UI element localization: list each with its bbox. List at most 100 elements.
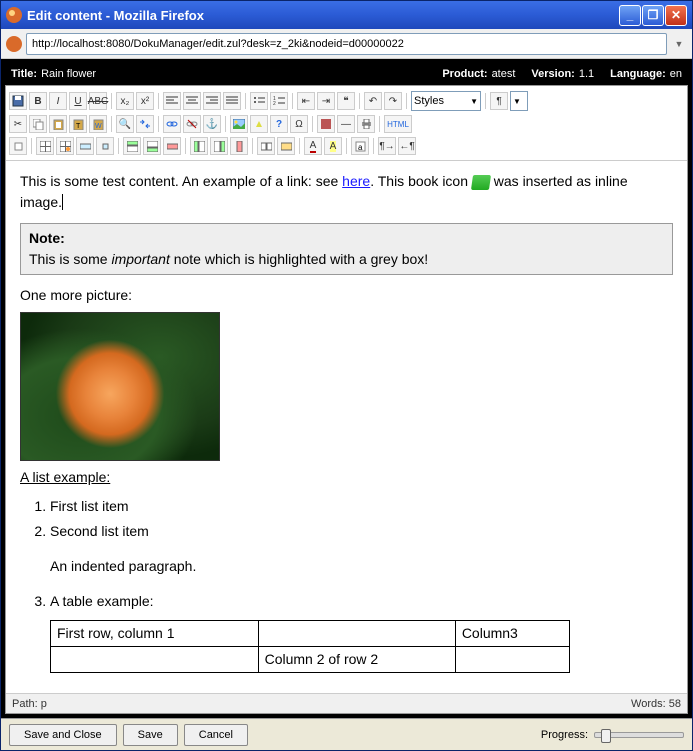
subscript-button[interactable]: x₂ bbox=[116, 92, 134, 110]
path-bar: Path: p Words: 58 bbox=[6, 693, 687, 713]
attr-button[interactable]: a bbox=[351, 137, 369, 155]
forecolor-button[interactable]: A bbox=[304, 137, 322, 155]
note-italic: important bbox=[111, 251, 169, 267]
info-bar: Title: Rain flower Product: atest Versio… bbox=[5, 63, 688, 85]
product-label: Product: bbox=[442, 68, 487, 80]
ltr-button[interactable]: ¶→ bbox=[378, 137, 396, 155]
split-cell-button[interactable] bbox=[257, 137, 275, 155]
indent-button[interactable]: ⇥ bbox=[317, 92, 335, 110]
underline-button[interactable]: U bbox=[69, 92, 87, 110]
char-button[interactable]: Ω bbox=[290, 115, 308, 133]
backcolor-button[interactable]: A bbox=[324, 137, 342, 155]
styles-dropdown[interactable]: Styles▼ bbox=[411, 91, 481, 111]
align-left-button[interactable] bbox=[163, 92, 181, 110]
redo-button[interactable]: ↷ bbox=[384, 92, 402, 110]
italic-button[interactable]: I bbox=[49, 92, 67, 110]
book-icon bbox=[471, 175, 491, 190]
superscript-button[interactable]: x² bbox=[136, 92, 154, 110]
row-props-button[interactable] bbox=[76, 137, 94, 155]
styles-label: Styles bbox=[414, 95, 444, 107]
outdent-button[interactable]: ⇤ bbox=[297, 92, 315, 110]
table-props-button[interactable] bbox=[56, 137, 74, 155]
image-button[interactable] bbox=[230, 115, 248, 133]
align-justify-button[interactable] bbox=[223, 92, 241, 110]
close-button[interactable]: ✕ bbox=[665, 5, 687, 26]
firefox-icon bbox=[6, 7, 22, 23]
col-delete-button[interactable] bbox=[230, 137, 248, 155]
bold-button[interactable]: B bbox=[29, 92, 47, 110]
table-cell: Column 2 of row 2 bbox=[258, 647, 455, 673]
format-dropdown[interactable]: ▼ bbox=[510, 91, 528, 111]
content-table: First row, column 1 Column3 Column 2 of … bbox=[50, 620, 570, 673]
slider-thumb[interactable] bbox=[601, 729, 611, 743]
minimize-button[interactable]: _ bbox=[619, 5, 641, 26]
link-button[interactable] bbox=[163, 115, 181, 133]
rose-image bbox=[20, 312, 220, 461]
merge-cell-button[interactable] bbox=[277, 137, 295, 155]
paragraph-button[interactable]: ¶ bbox=[490, 92, 508, 110]
paste-button[interactable] bbox=[49, 115, 67, 133]
window-title: Edit content - Mozilla Firefox bbox=[27, 8, 618, 23]
bullet-list-button[interactable] bbox=[250, 92, 268, 110]
print-button[interactable] bbox=[357, 115, 375, 133]
language-value: en bbox=[670, 68, 682, 80]
col-before-button[interactable] bbox=[190, 137, 208, 155]
maximize-button[interactable]: ❐ bbox=[642, 5, 664, 26]
table-button[interactable] bbox=[36, 137, 54, 155]
copy-button[interactable] bbox=[29, 115, 47, 133]
row-delete-button[interactable] bbox=[163, 137, 181, 155]
words-value: 58 bbox=[669, 698, 681, 710]
strike-button[interactable]: ABC bbox=[89, 92, 107, 110]
progress-slider[interactable] bbox=[594, 732, 684, 738]
svg-text:2: 2 bbox=[273, 101, 276, 106]
find-button[interactable]: 🔍 bbox=[116, 115, 134, 133]
unlink-button[interactable] bbox=[183, 115, 201, 133]
path-label: Path: bbox=[12, 698, 38, 710]
blockquote-button[interactable]: ❝ bbox=[337, 92, 355, 110]
help-button[interactable]: ? bbox=[270, 115, 288, 133]
align-right-button[interactable] bbox=[203, 92, 221, 110]
note-box: Note: This is some important note which … bbox=[20, 223, 673, 275]
address-bar: http://localhost:8080/DokuManager/edit.z… bbox=[1, 29, 692, 59]
layer-button[interactable] bbox=[9, 137, 27, 155]
paste-text-button[interactable]: T bbox=[69, 115, 87, 133]
undo-button[interactable]: ↶ bbox=[364, 92, 382, 110]
cancel-button[interactable]: Cancel bbox=[184, 724, 248, 746]
anchor-button[interactable]: ⚓ bbox=[203, 115, 221, 133]
table-cell bbox=[51, 647, 259, 673]
row-before-button[interactable] bbox=[123, 137, 141, 155]
table-cell bbox=[258, 621, 455, 647]
text-1b: . This book icon bbox=[370, 173, 472, 189]
hr-button[interactable]: — bbox=[337, 115, 355, 133]
url-dropdown[interactable]: ▼ bbox=[671, 34, 687, 54]
words-label: Words: bbox=[631, 698, 666, 710]
html-button[interactable]: HTML bbox=[384, 115, 412, 133]
align-center-button[interactable] bbox=[183, 92, 201, 110]
link-here[interactable]: here bbox=[342, 173, 370, 189]
table-cell: Column3 bbox=[455, 621, 569, 647]
media-button[interactable] bbox=[317, 115, 335, 133]
save-close-button[interactable]: Save and Close bbox=[9, 724, 117, 746]
number-list-button[interactable]: 12 bbox=[270, 92, 288, 110]
table-row: First row, column 1 Column3 bbox=[51, 621, 570, 647]
cell-props-button[interactable] bbox=[96, 137, 114, 155]
toolbar-area: B I U ABC x₂ x² 12 ⇤ bbox=[6, 86, 687, 161]
text-p2: One more picture: bbox=[20, 285, 673, 306]
indented-para: An indented paragraph. bbox=[50, 550, 673, 583]
row-after-button[interactable] bbox=[143, 137, 161, 155]
url-input[interactable]: http://localhost:8080/DokuManager/edit.z… bbox=[26, 33, 667, 55]
product-value: atest bbox=[492, 68, 516, 80]
svg-text:T: T bbox=[76, 123, 81, 130]
replace-button[interactable] bbox=[136, 115, 154, 133]
editor-body[interactable]: This is some test content. An example of… bbox=[6, 161, 687, 693]
rtl-button[interactable]: ←¶ bbox=[398, 137, 416, 155]
col-after-button[interactable] bbox=[210, 137, 228, 155]
save-button[interactable]: Save bbox=[123, 724, 178, 746]
progress-label: Progress: bbox=[541, 729, 588, 741]
cleanup-button[interactable] bbox=[250, 115, 268, 133]
paste-word-button[interactable]: W bbox=[89, 115, 107, 133]
save-icon[interactable] bbox=[9, 92, 27, 110]
footer: Save and Close Save Cancel Progress: bbox=[1, 718, 692, 750]
note-text-b: note which is highlighted with a grey bo… bbox=[170, 251, 428, 267]
cut-button[interactable]: ✂ bbox=[9, 115, 27, 133]
